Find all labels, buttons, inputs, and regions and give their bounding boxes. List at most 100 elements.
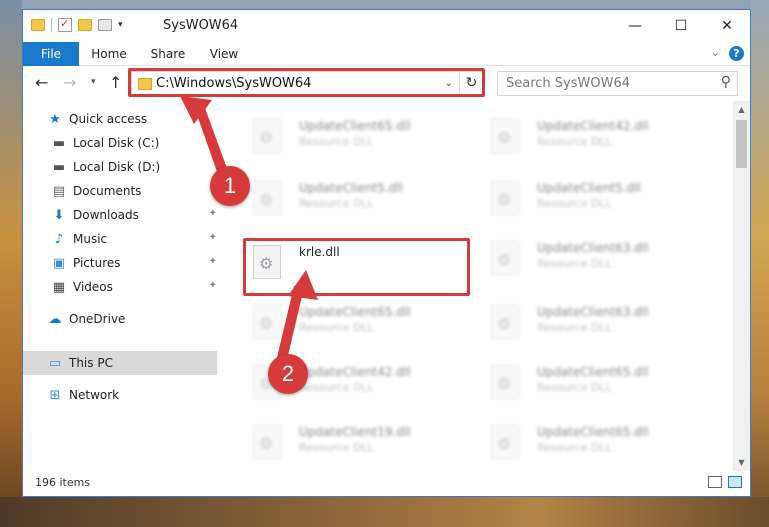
file-type: Resource DLL	[537, 257, 612, 270]
back-arrow-icon[interactable]: ←	[35, 73, 48, 92]
sidebar-item-quick-access[interactable]: ★ Quick access	[47, 107, 217, 131]
file-name: UpdateClient63.dll	[537, 305, 649, 319]
explorer-window: ▾ SysWOW64 — ☐ ✕ File Home Share View ⌄ …	[22, 9, 751, 497]
navigation-bar: ← → ▾ ↑ C:\Windows\SysWOW64 ⌄ ↻ Search S…	[23, 67, 750, 101]
window-controls: — ☐ ✕	[612, 10, 750, 42]
sidebar-item-label: Music	[73, 232, 108, 246]
list-item[interactable]: UpdateClient63.dll Resource DLL	[485, 235, 711, 291]
sidebar-item-downloads[interactable]: ⬇ Downloads ✦	[51, 203, 217, 227]
forward-arrow-icon[interactable]: →	[63, 73, 76, 92]
file-highlight-box	[243, 238, 470, 296]
file-name: UpdateClient5.dll	[537, 181, 641, 195]
dll-file-icon	[491, 181, 519, 215]
scroll-down-icon[interactable]: ▼	[733, 454, 750, 471]
documents-icon: ▤	[52, 183, 66, 199]
list-item[interactable]: UpdateClient65.dll Resource DLL	[247, 299, 473, 355]
folder-icon	[31, 19, 45, 31]
expand-ribbon-icon[interactable]: ⌄	[711, 46, 720, 59]
step-2-callout: 2	[268, 354, 308, 394]
computer-icon: ▭	[48, 355, 62, 371]
cloud-icon: ☁	[48, 311, 62, 327]
dll-file-icon	[491, 119, 519, 153]
sidebar-item-local-disk-d[interactable]: ▬ Local Disk (D:)	[51, 155, 217, 179]
minimize-button[interactable]: —	[612, 10, 658, 42]
file-type: Resource DLL	[537, 197, 612, 210]
maximize-button[interactable]: ☐	[658, 10, 704, 42]
file-type: Resource DLL	[537, 321, 612, 334]
videos-icon: ▦	[52, 279, 66, 295]
file-name: UpdateClient5.dll	[299, 181, 403, 195]
properties-icon[interactable]	[58, 17, 72, 32]
scroll-up-icon[interactable]: ▲	[733, 101, 750, 118]
sidebar-item-this-pc[interactable]: ▭ This PC	[23, 351, 217, 375]
tab-share[interactable]: Share	[141, 42, 195, 66]
list-item[interactable]: UpdateClient65.dll Resource DLL	[247, 113, 473, 169]
sidebar-item-label: This PC	[69, 356, 113, 370]
sidebar-item-videos[interactable]: ▦ Videos ✦	[51, 275, 217, 299]
tab-view[interactable]: View	[199, 42, 249, 66]
file-name: UpdateClient19.dll	[299, 425, 411, 439]
pin-icon[interactable]: ✦	[209, 208, 217, 219]
step-1-callout: 1	[210, 166, 250, 206]
sidebar-item-music[interactable]: ♪ Music ✦	[51, 227, 217, 251]
new-folder-icon[interactable]	[78, 19, 92, 31]
tab-file[interactable]: File	[23, 42, 79, 66]
file-type: Resource DLL	[299, 135, 374, 148]
scroll-thumb[interactable]	[736, 120, 747, 168]
close-button[interactable]: ✕	[704, 10, 750, 42]
search-input[interactable]: Search SysWOW64 ⚲	[497, 71, 738, 96]
sidebar-item-label: Videos	[73, 280, 113, 294]
dll-file-icon	[253, 119, 281, 153]
pin-icon[interactable]: ✦	[209, 232, 217, 243]
file-name: UpdateClient42.dll	[299, 365, 411, 379]
file-name: UpdateClient63.dll	[537, 241, 649, 255]
sidebar-item-local-disk-c[interactable]: ▬ Local Disk (C:)	[51, 131, 217, 155]
star-icon: ★	[49, 111, 61, 127]
details-view-icon[interactable]	[708, 476, 722, 488]
file-name: UpdateClient42.dll	[537, 119, 649, 133]
list-item[interactable]: UpdateClient63.dll Resource DLL	[485, 299, 711, 355]
list-item[interactable]: UpdateClient5.dll Resource DLL	[247, 175, 473, 231]
sidebar-item-network[interactable]: ⊞ Network	[47, 383, 217, 407]
up-arrow-icon[interactable]: ↑	[109, 73, 122, 92]
status-bar: 196 items	[23, 471, 750, 496]
large-icons-view-icon[interactable]	[728, 476, 742, 488]
sidebar-item-label: Pictures	[73, 256, 121, 270]
pin-icon[interactable]: ✦	[209, 256, 217, 267]
file-name: UpdateClient65.dll	[537, 425, 649, 439]
list-item[interactable]: UpdateClient19.dll Resource DLL	[247, 419, 473, 471]
sidebar-item-onedrive[interactable]: ☁ OneDrive	[47, 307, 217, 331]
dll-file-icon	[491, 305, 519, 339]
network-icon: ⊞	[49, 387, 61, 403]
help-icon[interactable]: ?	[729, 46, 744, 61]
search-icon: ⚲	[720, 74, 731, 90]
list-item[interactable]: UpdateClient5.dll Resource DLL	[485, 175, 711, 231]
list-item[interactable]: UpdateClient65.dll Resource DLL	[485, 359, 711, 415]
file-type: Resource DLL	[299, 197, 374, 210]
title-bar: ▾ SysWOW64 — ☐ ✕	[23, 10, 750, 42]
dll-file-icon	[491, 365, 519, 399]
sidebar-item-label: Quick access	[69, 112, 148, 126]
downloads-icon: ⬇	[53, 207, 65, 223]
dll-file-icon	[491, 425, 519, 459]
dll-file-icon	[253, 181, 281, 215]
address-highlight-box	[128, 68, 485, 97]
list-item[interactable]: UpdateClient65.dll Resource DLL	[485, 419, 711, 471]
tab-home[interactable]: Home	[81, 42, 137, 66]
file-type: Resource DLL	[299, 321, 374, 334]
pin-icon[interactable]: ✦	[209, 280, 217, 291]
sidebar-item-label: Local Disk (C:)	[73, 136, 160, 150]
desktop-background-left	[0, 0, 22, 527]
recent-locations-icon[interactable]: ▾	[91, 77, 96, 87]
quick-access-toolbar: ▾	[31, 17, 123, 32]
sidebar-item-pictures[interactable]: ▣ Pictures ✦	[51, 251, 217, 275]
toolbar-separator	[51, 18, 52, 32]
sidebar-item-documents[interactable]: ▤ Documents ✦	[51, 179, 217, 203]
file-type: Resource DLL	[299, 381, 374, 394]
customize-icon[interactable]	[98, 19, 112, 31]
search-placeholder: Search SysWOW64	[506, 76, 630, 91]
vertical-scrollbar[interactable]: ▲ ▼	[733, 101, 750, 471]
customize-dropdown-icon[interactable]: ▾	[118, 20, 123, 30]
drive-icon: ▬	[52, 159, 66, 175]
list-item[interactable]: UpdateClient42.dll Resource DLL	[485, 113, 711, 169]
